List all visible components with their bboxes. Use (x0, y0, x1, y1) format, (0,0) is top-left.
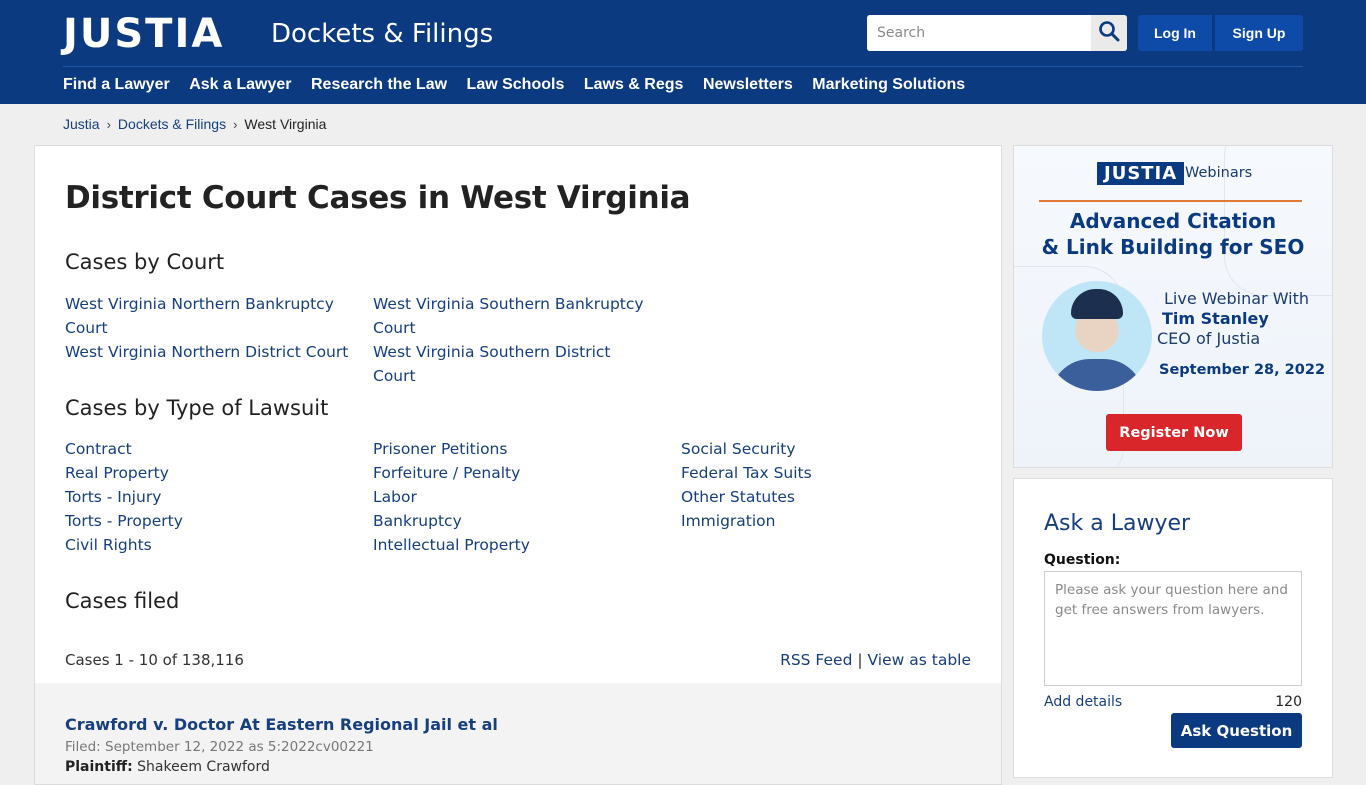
main-nav: Find a Lawyer Ask a Lawyer Research the … (63, 66, 985, 104)
ad-divider (1039, 200, 1302, 202)
breadcrumb: Justia › Dockets & Filings › West Virgin… (63, 116, 326, 132)
case-party: Plaintiff: Shakeem Crawford (65, 759, 270, 775)
party-label: Plaintiff: (65, 759, 133, 775)
ad-title-line-2: & Link Building for SEO (1041, 235, 1305, 259)
type-link[interactable]: Torts - Property (65, 509, 183, 533)
search-input[interactable] (867, 15, 1091, 51)
cases-filed-heading: Cases filed (65, 589, 180, 613)
type-column-1: Contract Real Property Torts - Injury To… (65, 437, 183, 557)
type-link[interactable]: Prisoner Petitions (373, 437, 530, 461)
search-box (867, 15, 1127, 51)
page-title: District Court Cases in West Virginia (65, 180, 691, 216)
signup-button[interactable]: Sign Up (1215, 15, 1303, 51)
login-button[interactable]: Log In (1138, 15, 1212, 51)
breadcrumb-current: West Virginia (244, 116, 327, 132)
ad-webinars-label: Webinars (1185, 165, 1253, 181)
ad-presenter-role: CEO of Justia (1157, 329, 1261, 348)
type-link[interactable]: Intellectual Property (373, 533, 530, 557)
court-column-2: West Virginia Southern Bankruptcy Court … (373, 292, 658, 388)
type-column-3: Social Security Federal Tax Suits Other … (681, 437, 812, 533)
type-column-2: Prisoner Petitions Forfeiture / Penalty … (373, 437, 530, 557)
view-as-table-link[interactable]: View as table (868, 651, 971, 669)
main-content: District Court Cases in West Virginia Ca… (34, 145, 1002, 785)
type-link[interactable]: Real Property (65, 461, 183, 485)
ad-justia-logo: JUSTIA (1097, 162, 1185, 185)
type-link[interactable]: Contract (65, 437, 183, 461)
link-divider: | (857, 651, 863, 669)
ad-title-line-1: Advanced Citation (1069, 209, 1277, 233)
nav-newsletters[interactable]: Newsletters (703, 76, 793, 94)
court-column-1: West Virginia Northern Bankruptcy Court … (65, 292, 350, 364)
type-link[interactable]: Torts - Injury (65, 485, 183, 509)
ad-presenter-name: Tim Stanley (1162, 309, 1269, 328)
type-link[interactable]: Immigration (681, 509, 812, 533)
nav-marketing-solutions[interactable]: Marketing Solutions (812, 76, 965, 94)
type-link[interactable]: Labor (373, 485, 530, 509)
type-link[interactable]: Civil Rights (65, 533, 183, 557)
cases-by-type-heading: Cases by Type of Lawsuit (65, 396, 329, 420)
type-link[interactable]: Other Statutes (681, 485, 812, 509)
breadcrumb-dockets[interactable]: Dockets & Filings (118, 116, 226, 132)
cap-shape (1071, 289, 1123, 319)
case-list: Crawford v. Doctor At Eastern Regional J… (35, 683, 1001, 784)
breadcrumb-separator: › (106, 116, 111, 132)
court-link[interactable]: West Virginia Southern District Court (373, 340, 658, 388)
type-link[interactable]: Bankruptcy (373, 509, 530, 533)
nav-ask-a-lawyer[interactable]: Ask a Lawyer (189, 76, 291, 94)
search-button[interactable] (1091, 15, 1127, 51)
add-details-link[interactable]: Add details (1044, 694, 1122, 710)
court-link[interactable]: West Virginia Southern Bankruptcy Court (373, 292, 658, 340)
char-count: 120 (1275, 694, 1302, 710)
ask-a-lawyer-heading: Ask a Lawyer (1044, 511, 1191, 536)
type-link[interactable]: Federal Tax Suits (681, 461, 812, 485)
court-link[interactable]: West Virginia Northern District Court (65, 340, 350, 364)
case-title-link[interactable]: Crawford v. Doctor At Eastern Regional J… (65, 715, 498, 734)
section-title[interactable]: Dockets & Filings (271, 16, 493, 52)
case-filed-date: Filed: September 12, 2022 as 5:2022cv002… (65, 739, 374, 755)
presenter-photo (1042, 281, 1152, 391)
ad-live-text: Live Webinar With (1164, 289, 1310, 308)
nav-research-the-law[interactable]: Research the Law (311, 76, 447, 94)
question-textarea[interactable] (1044, 571, 1302, 686)
cases-by-court-heading: Cases by Court (65, 250, 225, 274)
cases-count: Cases 1 - 10 of 138,116 (65, 651, 244, 669)
ad-title: Advanced Citation & Link Building for SE… (1014, 208, 1332, 260)
question-label: Question: (1044, 552, 1121, 568)
party-value: Shakeem Crawford (137, 759, 270, 775)
breadcrumb-separator: › (233, 116, 238, 132)
register-now-button[interactable]: Register Now (1106, 414, 1242, 451)
ask-question-button[interactable]: Ask Question (1171, 713, 1302, 748)
court-link[interactable]: West Virginia Northern Bankruptcy Court (65, 292, 350, 340)
type-link[interactable]: Forfeiture / Penalty (373, 461, 530, 485)
webinar-ad[interactable]: JUSTIA Webinars Advanced Citation & Link… (1013, 145, 1333, 468)
rss-feed-link[interactable]: RSS Feed (780, 651, 852, 669)
type-link[interactable]: Social Security (681, 437, 812, 461)
nav-laws-and-regs[interactable]: Laws & Regs (584, 76, 684, 94)
site-header: JUSTIA Dockets & Filings Log In Sign Up … (0, 0, 1366, 104)
search-icon (1098, 20, 1120, 46)
ad-date: September 28, 2022 (1159, 362, 1326, 378)
nav-find-a-lawyer[interactable]: Find a Lawyer (63, 76, 170, 94)
nav-law-schools[interactable]: Law Schools (467, 76, 565, 94)
ask-a-lawyer-widget: Ask a Lawyer Question: Add details 120 A… (1013, 478, 1333, 778)
shirt-shape (1050, 359, 1144, 391)
breadcrumb-justia[interactable]: Justia (63, 116, 100, 132)
feed-links: RSS Feed | View as table (780, 651, 971, 669)
justia-logo[interactable]: JUSTIA (63, 12, 224, 56)
